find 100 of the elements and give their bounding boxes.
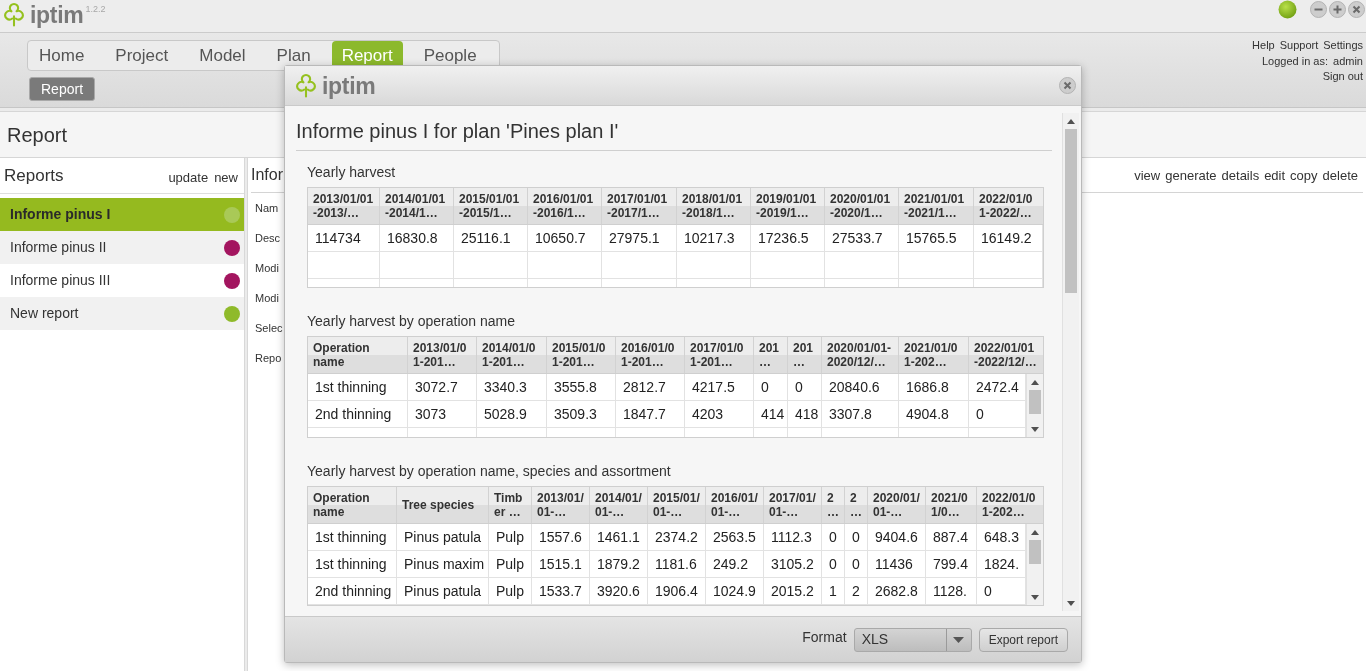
- column-header: 2018/01/01-2018/1…: [677, 188, 751, 224]
- column-header: 2022/01/01-202…: [981, 490, 1037, 521]
- column-header: Tree species: [397, 487, 489, 523]
- table-cell: 1: [822, 578, 845, 605]
- up-arrow-icon[interactable]: [1031, 529, 1039, 535]
- table-cell: 799.4: [926, 551, 977, 578]
- sub-tab[interactable]: Report: [29, 77, 96, 101]
- header-link[interactable]: Settings: [1323, 38, 1363, 54]
- header-link[interactable]: Support: [1279, 38, 1319, 54]
- action-link[interactable]: view: [1134, 166, 1161, 186]
- column-header: 2020/01/01-2020/12/…: [822, 337, 899, 373]
- column-header: 2…: [822, 487, 845, 523]
- column-header: 2013/01/01-201…: [408, 337, 477, 373]
- down-arrow-icon[interactable]: [1031, 426, 1039, 432]
- column-header: 2014/01/01-…: [590, 487, 648, 523]
- table-cell: Pulp: [489, 551, 532, 578]
- nav-tab[interactable]: People: [413, 41, 487, 70]
- scrollbar-thumb[interactable]: [1029, 390, 1041, 414]
- vertical-scrollbar[interactable]: [1062, 113, 1079, 611]
- nav-tab[interactable]: Model: [189, 41, 256, 70]
- table-cell: 0: [845, 524, 868, 551]
- field-label: Desc: [255, 230, 281, 246]
- table-cell: 0: [788, 374, 822, 401]
- column-header: 201…: [754, 337, 788, 373]
- header-link[interactable]: Help: [1252, 38, 1275, 54]
- table-cell: 1515.1: [532, 551, 590, 578]
- column-header: 2021/01/0…: [926, 487, 977, 523]
- panel-title: Infor: [251, 165, 283, 185]
- close-icon[interactable]: [1059, 77, 1076, 94]
- column-header: 2…: [845, 487, 868, 523]
- vertical-scrollbar[interactable]: [1026, 524, 1043, 605]
- scrollbar-thumb[interactable]: [1065, 129, 1077, 293]
- page-title: Report: [7, 122, 68, 148]
- export-report-button[interactable]: Export report: [978, 627, 1068, 652]
- column-header: Operation name: [308, 337, 408, 373]
- action-link[interactable]: edit: [1264, 166, 1286, 186]
- table-cell: 1461.1: [590, 524, 648, 551]
- down-arrow-icon[interactable]: [1067, 600, 1075, 606]
- column-header: 2014/01/01-201…: [477, 337, 547, 373]
- app-logo: iptim: [30, 3, 84, 27]
- column-header: Operation name: [308, 487, 397, 523]
- table-cell: 887.4: [926, 524, 977, 551]
- report-list-item[interactable]: New report: [0, 297, 244, 330]
- nav-tab[interactable]: Home: [29, 41, 95, 70]
- table-cell: 1128.: [926, 578, 977, 605]
- logged-in-label: Logged in as:: [1261, 53, 1329, 69]
- action-link[interactable]: generate: [1165, 166, 1217, 186]
- scrollbar-thumb[interactable]: [1029, 540, 1041, 564]
- panel-action-link[interactable]: new: [214, 167, 238, 188]
- table-cell: 1st thinning: [308, 374, 408, 401]
- table-cell: 4217.5: [685, 374, 754, 401]
- version-label: 1.2.2: [85, 4, 106, 14]
- table-cell: 3105.2: [764, 551, 822, 578]
- table-cell: 9404.6: [868, 524, 926, 551]
- table-cell: 1533.7: [532, 578, 590, 605]
- table-cell: 249.2: [706, 551, 764, 578]
- table-cell: 1st thinning: [308, 524, 397, 551]
- column-header: 2017/01/01-2017/1…: [602, 188, 677, 224]
- down-arrow-icon[interactable]: [1031, 594, 1039, 600]
- dialog-title: Informe pinus I for plan 'Pines plan I': [296, 120, 619, 142]
- column-header: 2016/01/01-201…: [616, 337, 685, 373]
- table-cell: 1181.6: [648, 551, 706, 578]
- section-title: Yearly harvest: [307, 164, 396, 180]
- sign-out-link[interactable]: Sign out: [1322, 69, 1363, 85]
- column-header: 2015/01/01-2015/1…: [454, 188, 528, 224]
- up-arrow-icon[interactable]: [1031, 379, 1039, 385]
- caret-down-icon[interactable]: [953, 636, 965, 643]
- nav-tab[interactable]: Plan: [266, 41, 321, 70]
- panel-action-link[interactable]: update: [168, 167, 209, 188]
- vertical-scrollbar[interactable]: [1026, 374, 1043, 437]
- close-icon[interactable]: [1348, 1, 1365, 18]
- table-cell: 2374.2: [648, 524, 706, 551]
- table-cell: 1879.2: [590, 551, 648, 578]
- table-cell: Pinus patula: [397, 524, 489, 551]
- action-link[interactable]: delete: [1322, 166, 1358, 186]
- table-cell: 0: [822, 524, 845, 551]
- table-cell: 20840.6: [822, 374, 899, 401]
- table-cell: Pinus patula: [397, 578, 489, 605]
- column-header: 2013/01/01-2013/…: [308, 188, 380, 224]
- table-cell: Pulp: [489, 524, 532, 551]
- report-list-item[interactable]: Informe pinus II: [0, 231, 244, 264]
- action-link[interactable]: copy: [1290, 166, 1318, 186]
- report-list-item[interactable]: Informe pinus I: [0, 198, 244, 231]
- table-cell: 2563.5: [706, 524, 764, 551]
- clover-icon: [4, 2, 24, 27]
- table-cell: 2015.2: [764, 578, 822, 605]
- nav-tab[interactable]: Project: [105, 41, 179, 70]
- column-header: 2020/01/01-2020/1…: [825, 188, 899, 224]
- table-cell: 11436: [868, 551, 926, 578]
- minus-icon[interactable]: [1310, 1, 1327, 18]
- action-link[interactable]: details: [1221, 166, 1260, 186]
- column-header: 2017/01/01-…: [764, 487, 822, 523]
- table-cell: 3920.6: [590, 578, 648, 605]
- field-label: Modi: [255, 290, 279, 306]
- up-arrow-icon[interactable]: [1067, 118, 1075, 124]
- column-header: 2014/01/01-2014/1…: [380, 188, 454, 224]
- field-label: Selec: [255, 320, 283, 336]
- format-select[interactable]: XLS: [853, 627, 972, 652]
- plus-icon[interactable]: [1329, 1, 1346, 18]
- field-label: Modi: [255, 260, 279, 276]
